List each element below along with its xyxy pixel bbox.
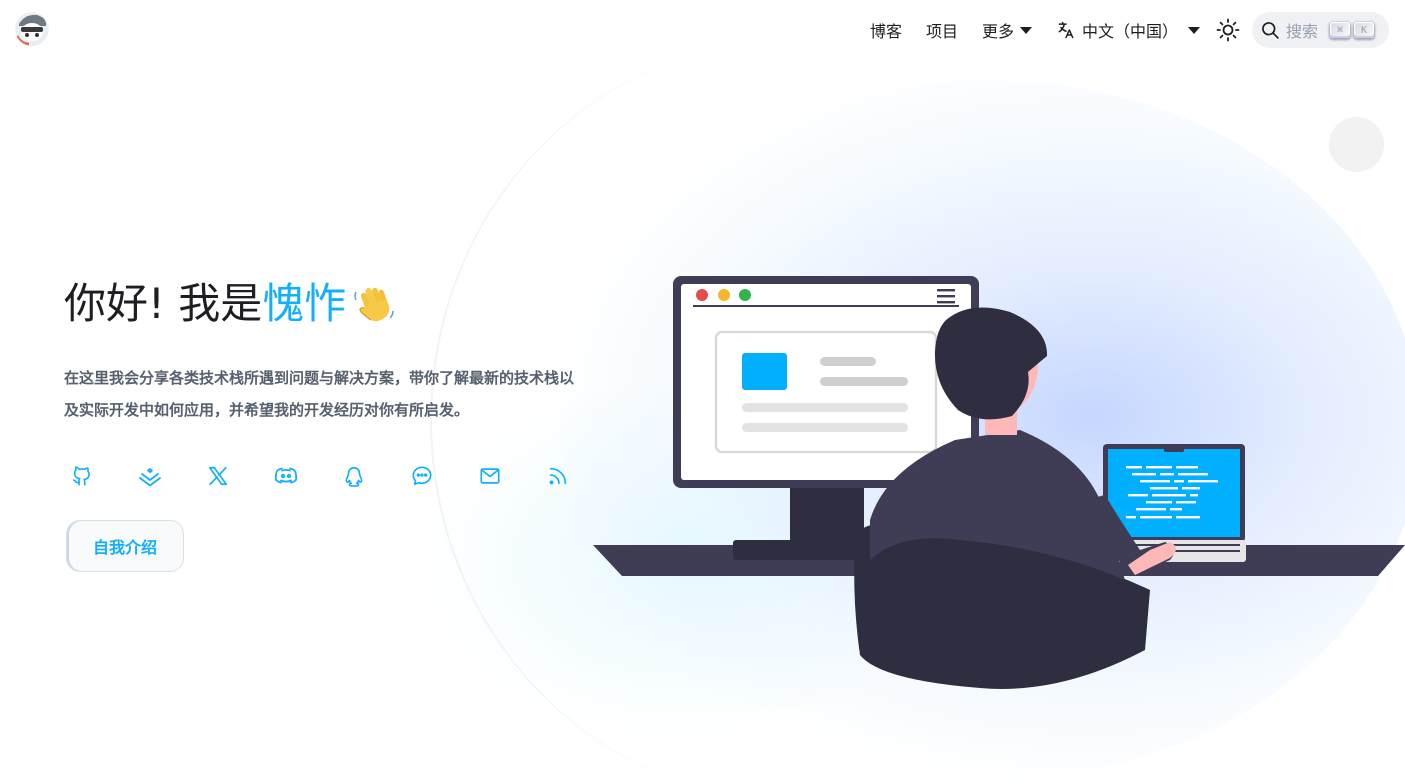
nav-link-blog[interactable]: 博客 <box>870 18 902 42</box>
x-link[interactable] <box>206 464 230 488</box>
decorative-circle <box>1329 117 1384 172</box>
navbar: 博客 项目 更多 中文（中国） 搜索 ⌘ K <box>0 0 1405 60</box>
about-me-button[interactable]: 自我介绍 <box>66 520 184 572</box>
nav-dropdown-more-label: 更多 <box>981 22 1014 41</box>
github-link[interactable] <box>70 464 94 488</box>
caret-down-icon <box>1188 26 1200 34</box>
hero-description: 在这里我会分享各类技术栈所遇到问题与解决方案，带你了解最新的技术栈以及实际开发中… <box>64 369 575 419</box>
waving-hand-icon <box>352 282 396 326</box>
language-dropdown[interactable]: 中文（中国） <box>1056 18 1200 42</box>
nav-link-projects-label: 项目 <box>925 22 958 41</box>
github-icon <box>72 466 90 486</box>
theme-toggle-button[interactable] <box>1214 16 1242 44</box>
hero-name: 愧怍 <box>262 279 347 328</box>
search-button[interactable]: 搜索 ⌘ K <box>1252 12 1389 48</box>
caret-down-icon <box>1019 26 1032 34</box>
nav-link-blog-label: 博客 <box>869 22 902 41</box>
discord-link[interactable] <box>274 464 298 488</box>
qq-link[interactable] <box>342 464 366 488</box>
language-label: 中文（中国） <box>1081 22 1178 41</box>
juejin-link[interactable] <box>138 464 162 488</box>
kbd-command: ⌘ <box>1330 22 1350 38</box>
discord-icon <box>274 467 298 484</box>
navbar-right: 博客 项目 更多 中文（中国） 搜索 ⌘ K <box>858 12 1389 48</box>
wechat-icon <box>412 466 432 486</box>
juejin-icon <box>139 468 161 487</box>
about-me-button-label: 自我介绍 <box>92 538 157 557</box>
translate-icon <box>1058 21 1074 39</box>
hero-title: 你好! 我是 愧怍 <box>64 274 396 334</box>
hero-title-prefix: 你好! 我是 <box>64 279 263 328</box>
email-icon <box>480 468 500 484</box>
x-icon <box>208 466 228 486</box>
qq-icon <box>345 467 363 487</box>
sun-icon <box>1216 18 1240 42</box>
search-label: 搜索 <box>1286 22 1319 41</box>
rss-icon <box>549 467 567 485</box>
rss-link[interactable] <box>546 464 570 488</box>
nav-dropdown-more[interactable]: 更多 <box>982 18 1032 42</box>
kbd-k: K <box>1354 22 1374 38</box>
page: 博客 项目 更多 中文（中国） 搜索 ⌘ K 你好! 我是 愧怍 在这里我会分享… <box>0 0 1405 784</box>
wechat-link[interactable] <box>410 464 434 488</box>
social-links <box>70 460 614 492</box>
email-link[interactable] <box>478 464 502 488</box>
search-icon <box>1262 22 1279 39</box>
developer-illustration <box>593 276 1405 689</box>
site-logo[interactable] <box>15 12 49 46</box>
nav-link-projects[interactable]: 项目 <box>926 18 958 42</box>
